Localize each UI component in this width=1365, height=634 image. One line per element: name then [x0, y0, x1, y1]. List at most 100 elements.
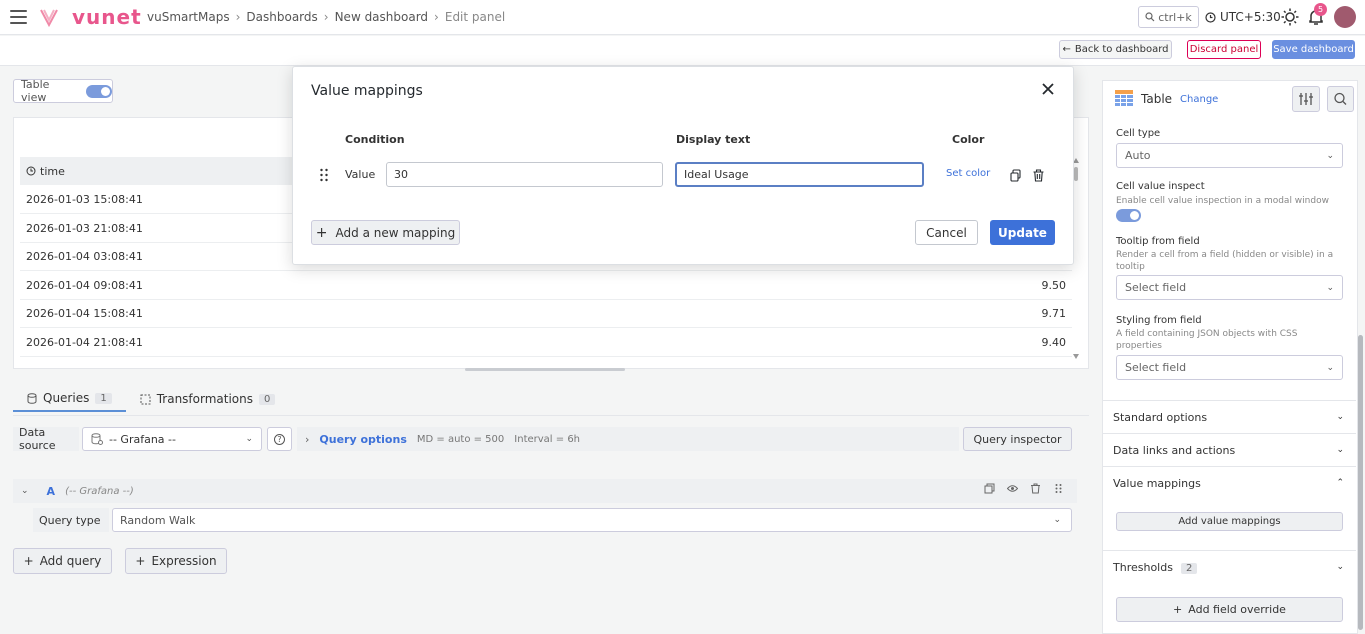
- display-text-input[interactable]: [675, 162, 924, 187]
- section-data-links[interactable]: Data links and actions ⌄: [1103, 433, 1356, 466]
- search-icon: [1145, 12, 1155, 22]
- tab-count: 0: [259, 393, 276, 405]
- chevron-down-icon: ⌄: [1326, 282, 1334, 293]
- query-type-value: Random Walk: [120, 513, 196, 527]
- timezone-picker[interactable]: UTC+5:30: [1205, 10, 1281, 24]
- tab-label: Queries: [43, 391, 90, 405]
- styling-field-select[interactable]: Select field ⌄: [1116, 355, 1343, 380]
- cell-value: 9.71: [1041, 306, 1067, 320]
- menu-icon[interactable]: [10, 10, 27, 24]
- data-source-value: -- Grafana --: [109, 432, 176, 446]
- styling-from-field-description: A field containing JSON objects with CSS…: [1116, 329, 1298, 351]
- eye-icon[interactable]: [1007, 483, 1018, 494]
- chevron-down-icon: ⌄: [1336, 445, 1344, 455]
- divider: [13, 415, 1089, 416]
- cell-time: 2026-01-04 21:08:41: [26, 335, 143, 349]
- options-scrollbar[interactable]: [1358, 335, 1363, 630]
- data-source-select[interactable]: -- Grafana -- ⌄: [82, 427, 262, 451]
- arrow-left-icon: ←: [1062, 44, 1071, 55]
- close-icon[interactable]: [1041, 82, 1055, 96]
- add-expression-button[interactable]: + Expression: [125, 548, 227, 574]
- back-to-dashboard-button[interactable]: ← Back to dashboard: [1059, 40, 1172, 59]
- table-view-label: Table view: [21, 78, 50, 104]
- database-icon: [27, 392, 37, 404]
- tooltip-from-field-label: Tooltip from field: [1116, 236, 1200, 247]
- query-row-actions: [984, 483, 1064, 494]
- column-header-time: time: [40, 164, 65, 178]
- cell-type-select[interactable]: Auto ⌄: [1116, 143, 1343, 168]
- sliders-icon: [1299, 93, 1313, 105]
- clock-icon: [26, 166, 36, 176]
- cell-time: 2026-01-03 15:08:41: [26, 192, 143, 206]
- trash-icon[interactable]: [1033, 169, 1044, 182]
- expression-label: Expression: [151, 554, 217, 568]
- chevron-down-icon: ⌄: [1326, 362, 1334, 373]
- query-type-label: Query type: [33, 508, 109, 532]
- tooltip-field-select[interactable]: Select field ⌄: [1116, 275, 1343, 300]
- add-query-label: Add query: [39, 554, 102, 568]
- breadcrumb-item[interactable]: Dashboards: [246, 10, 317, 24]
- chevron-down-icon: ⌄: [245, 434, 253, 444]
- collapse-chevron-icon[interactable]: ⌄: [21, 486, 29, 496]
- query-inspector-button[interactable]: Query inspector: [963, 427, 1072, 451]
- chevron-down-icon: ⌄: [1336, 412, 1344, 422]
- options-search-button[interactable]: [1327, 86, 1354, 112]
- plus-icon: +: [1173, 603, 1183, 616]
- cell-time: 2026-01-04 03:08:41: [26, 249, 143, 263]
- query-tabs: Queries 1 Transformations 0: [13, 386, 289, 412]
- duplicate-icon[interactable]: [984, 483, 995, 494]
- add-query-button[interactable]: + Add query: [13, 548, 112, 574]
- table-row: 2026-01-04 15:08:41 9.71: [20, 299, 1072, 328]
- timezone-label: UTC+5:30: [1220, 10, 1281, 24]
- transform-icon: [140, 394, 151, 404]
- tab-transformations[interactable]: Transformations 0: [126, 386, 290, 412]
- add-value-mappings-button[interactable]: Add value mappings: [1116, 512, 1343, 531]
- change-visualization-link[interactable]: Change: [1180, 94, 1218, 105]
- section-value-mappings[interactable]: Value mappings ⌃: [1103, 466, 1356, 499]
- cell-time: 2026-01-04 15:08:41: [26, 306, 143, 320]
- chevron-down-icon: ⌄: [1336, 562, 1344, 572]
- section-standard-options[interactable]: Standard options ⌄: [1103, 400, 1356, 433]
- theme-toggle-icon[interactable]: [1281, 8, 1299, 26]
- table-view-toggle[interactable]: Table view: [13, 78, 113, 104]
- mapping-value-input[interactable]: [386, 162, 663, 187]
- save-dashboard-button[interactable]: Save dashboard: [1272, 40, 1355, 59]
- modal-title: Value mappings: [311, 83, 423, 99]
- mapping-type-label: Value: [345, 168, 376, 181]
- cell-value-inspect-toggle[interactable]: [1116, 209, 1141, 222]
- add-new-mapping-button[interactable]: + Add a new mapping: [311, 220, 460, 245]
- query-row-header[interactable]: ⌄ A (-- Grafana --): [13, 479, 1077, 503]
- help-button[interactable]: ?: [267, 427, 292, 451]
- chevron-down-icon: ⌄: [1053, 515, 1061, 525]
- discard-panel-button[interactable]: Discard panel: [1187, 40, 1261, 59]
- search-shortcut: ctrl+k: [1158, 10, 1192, 24]
- cancel-button[interactable]: Cancel: [915, 220, 978, 245]
- brand-name: vunet: [72, 5, 142, 29]
- update-button[interactable]: Update: [990, 220, 1055, 245]
- trash-icon[interactable]: [1030, 483, 1041, 494]
- breadcrumb-item: Edit panel: [444, 10, 506, 24]
- set-color-link[interactable]: Set color: [946, 168, 990, 179]
- plus-icon: +: [23, 554, 34, 568]
- options-toggle-button[interactable]: [1292, 86, 1320, 112]
- add-new-mapping-label: Add a new mapping: [335, 225, 456, 240]
- breadcrumb: vuSmartMaps › Dashboards › New dashboard › …: [147, 10, 506, 24]
- user-avatar[interactable]: [1334, 6, 1356, 28]
- query-options-toggle[interactable]: › Query options MD = auto = 500 Interval…: [297, 427, 959, 451]
- search-icon: [1334, 92, 1347, 105]
- drag-handle-icon[interactable]: [319, 168, 329, 182]
- section-thresholds[interactable]: Thresholds 2 ⌄: [1103, 550, 1356, 583]
- add-field-override-button[interactable]: + Add field override: [1116, 597, 1343, 622]
- tooltip-field-placeholder: Select field: [1125, 281, 1187, 294]
- query-options-label: Query options: [319, 432, 407, 446]
- tab-queries[interactable]: Queries 1: [13, 386, 126, 412]
- breadcrumb-item[interactable]: New dashboard: [335, 10, 428, 24]
- query-type-select[interactable]: Random Walk ⌄: [112, 508, 1072, 532]
- toggle-switch[interactable]: [86, 84, 112, 98]
- query-letter[interactable]: A: [47, 485, 56, 498]
- copy-icon[interactable]: [1010, 169, 1021, 182]
- breadcrumb-item[interactable]: vuSmartMaps: [147, 10, 230, 24]
- drag-handle-icon[interactable]: [1053, 483, 1064, 494]
- panel-resize-handle[interactable]: [465, 368, 625, 371]
- search-button[interactable]: ctrl+k: [1138, 6, 1199, 28]
